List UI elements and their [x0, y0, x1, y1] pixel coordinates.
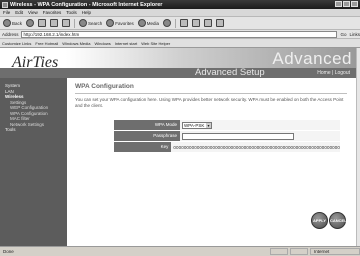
close-icon[interactable] [351, 1, 358, 7]
print-icon[interactable] [192, 19, 201, 27]
forward-arrow-icon [26, 19, 35, 27]
web-page: AirTies Advanced Advanced Setup Home | L… [0, 48, 356, 246]
media-button[interactable]: Media [137, 19, 159, 27]
home-link[interactable]: Home [317, 70, 330, 76]
forward-button[interactable] [26, 19, 35, 27]
page-title: WPA Configuration [75, 83, 134, 90]
status-bar: Done Internet [0, 246, 360, 256]
sidebar-nav: System LAN Wireless Settings WEP Configu… [0, 78, 67, 246]
passphrase-label: Passphrase [114, 131, 180, 141]
menu-help[interactable]: Help [82, 10, 91, 15]
apply-button[interactable]: APPLY [311, 212, 328, 229]
history-icon[interactable] [163, 19, 172, 27]
passphrase-cell [180, 131, 340, 141]
status-cell [290, 248, 308, 255]
header-brand-watermark: Advanced [272, 49, 352, 68]
link-item[interactable]: Web Site Helper [141, 41, 170, 46]
wpa-form: WPA Mode WPA-PSK ▾ Passphrase Key 000000… [114, 120, 340, 153]
link-item[interactable]: Free Hotmail [35, 41, 58, 46]
window-title: Wireless - WPA Configuration - Microsoft… [10, 1, 163, 8]
menu-view[interactable]: View [28, 10, 38, 15]
toolbar-separator [74, 18, 76, 28]
cancel-button[interactable]: CANCEL [329, 212, 347, 229]
wpa-mode-select[interactable]: WPA-PSK ▾ [182, 121, 212, 129]
passphrase-input[interactable] [182, 132, 294, 140]
window-titlebar: Wireless - WPA Configuration - Microsoft… [0, 0, 360, 9]
address-bar: Address http://192.168.2.1/index.htm Go … [0, 30, 360, 39]
page-description: You can set your WPA configuration here.… [75, 97, 344, 108]
passphrase-row: Passphrase [114, 131, 340, 141]
wpa-mode-row: WPA Mode WPA-PSK ▾ [114, 120, 340, 130]
header-bar [0, 68, 356, 78]
search-icon [79, 19, 88, 27]
key-label: Key [114, 142, 172, 152]
home-icon[interactable] [62, 19, 71, 27]
link-item[interactable]: Windows [94, 41, 110, 46]
links-bar: Customize Links Free Hotmail Windows Med… [0, 39, 360, 48]
status-text: Done [3, 249, 14, 254]
address-label: Address [2, 31, 19, 37]
star-icon [106, 19, 115, 27]
sidebar-item-tools[interactable]: Tools [0, 127, 67, 133]
title-divider [75, 93, 347, 94]
menu-tools[interactable]: Tools [66, 10, 77, 15]
logout-link[interactable]: Logout [335, 70, 350, 76]
menu-edit[interactable]: Edit [15, 10, 23, 15]
window-controls [335, 1, 358, 7]
link-item[interactable]: Customize Links [2, 41, 31, 46]
edit-icon[interactable] [204, 19, 213, 27]
links-label[interactable]: Links [349, 32, 360, 37]
chevron-down-icon: ▾ [206, 122, 211, 128]
messenger-icon[interactable] [216, 19, 225, 27]
key-row: Key 000000000000000000000000000000000000… [114, 142, 340, 152]
stop-icon[interactable] [38, 19, 47, 27]
maximize-icon[interactable] [343, 1, 350, 7]
favorites-button[interactable]: Favorites [106, 19, 134, 27]
minimize-icon[interactable] [335, 1, 342, 7]
wpa-mode-label: WPA Mode [114, 120, 180, 130]
browser-toolbar: Back Search Favorites Media [0, 17, 360, 30]
back-arrow-icon [3, 19, 11, 27]
key-value: 0000000000000000000000000000000000000000… [173, 144, 340, 150]
main-content: WPA Configuration You can set your WPA c… [67, 78, 356, 246]
toolbar-separator [175, 18, 177, 28]
address-input[interactable]: http://192.168.2.1/index.htm [20, 30, 338, 38]
media-icon [137, 19, 146, 27]
key-cell: 0000000000000000000000000000000000000000… [171, 142, 340, 152]
status-cell [270, 248, 288, 255]
search-button[interactable]: Search [79, 19, 102, 27]
security-zone: Internet [310, 248, 360, 255]
go-button[interactable]: Go [340, 32, 346, 37]
back-button[interactable]: Back [3, 19, 22, 27]
link-item[interactable]: Windows Media [62, 41, 90, 46]
wpa-mode-value: WPA-PSK [184, 122, 205, 128]
refresh-icon[interactable] [50, 19, 59, 27]
mail-icon[interactable] [180, 19, 189, 27]
vertical-scrollbar[interactable] [356, 48, 360, 246]
link-item[interactable]: Internet start [115, 41, 137, 46]
menu-favorites[interactable]: Favorites [43, 10, 62, 15]
menu-file[interactable]: File [3, 10, 10, 15]
wpa-mode-cell: WPA-PSK ▾ [180, 120, 340, 130]
menu-bar: File Edit View Favorites Tools Help [0, 9, 360, 17]
ie-icon [2, 1, 8, 8]
header-title: Advanced Setup [195, 67, 265, 78]
router-header: AirTies Advanced Advanced Setup Home | L… [0, 48, 356, 78]
header-links: Home | Logout [317, 70, 350, 76]
